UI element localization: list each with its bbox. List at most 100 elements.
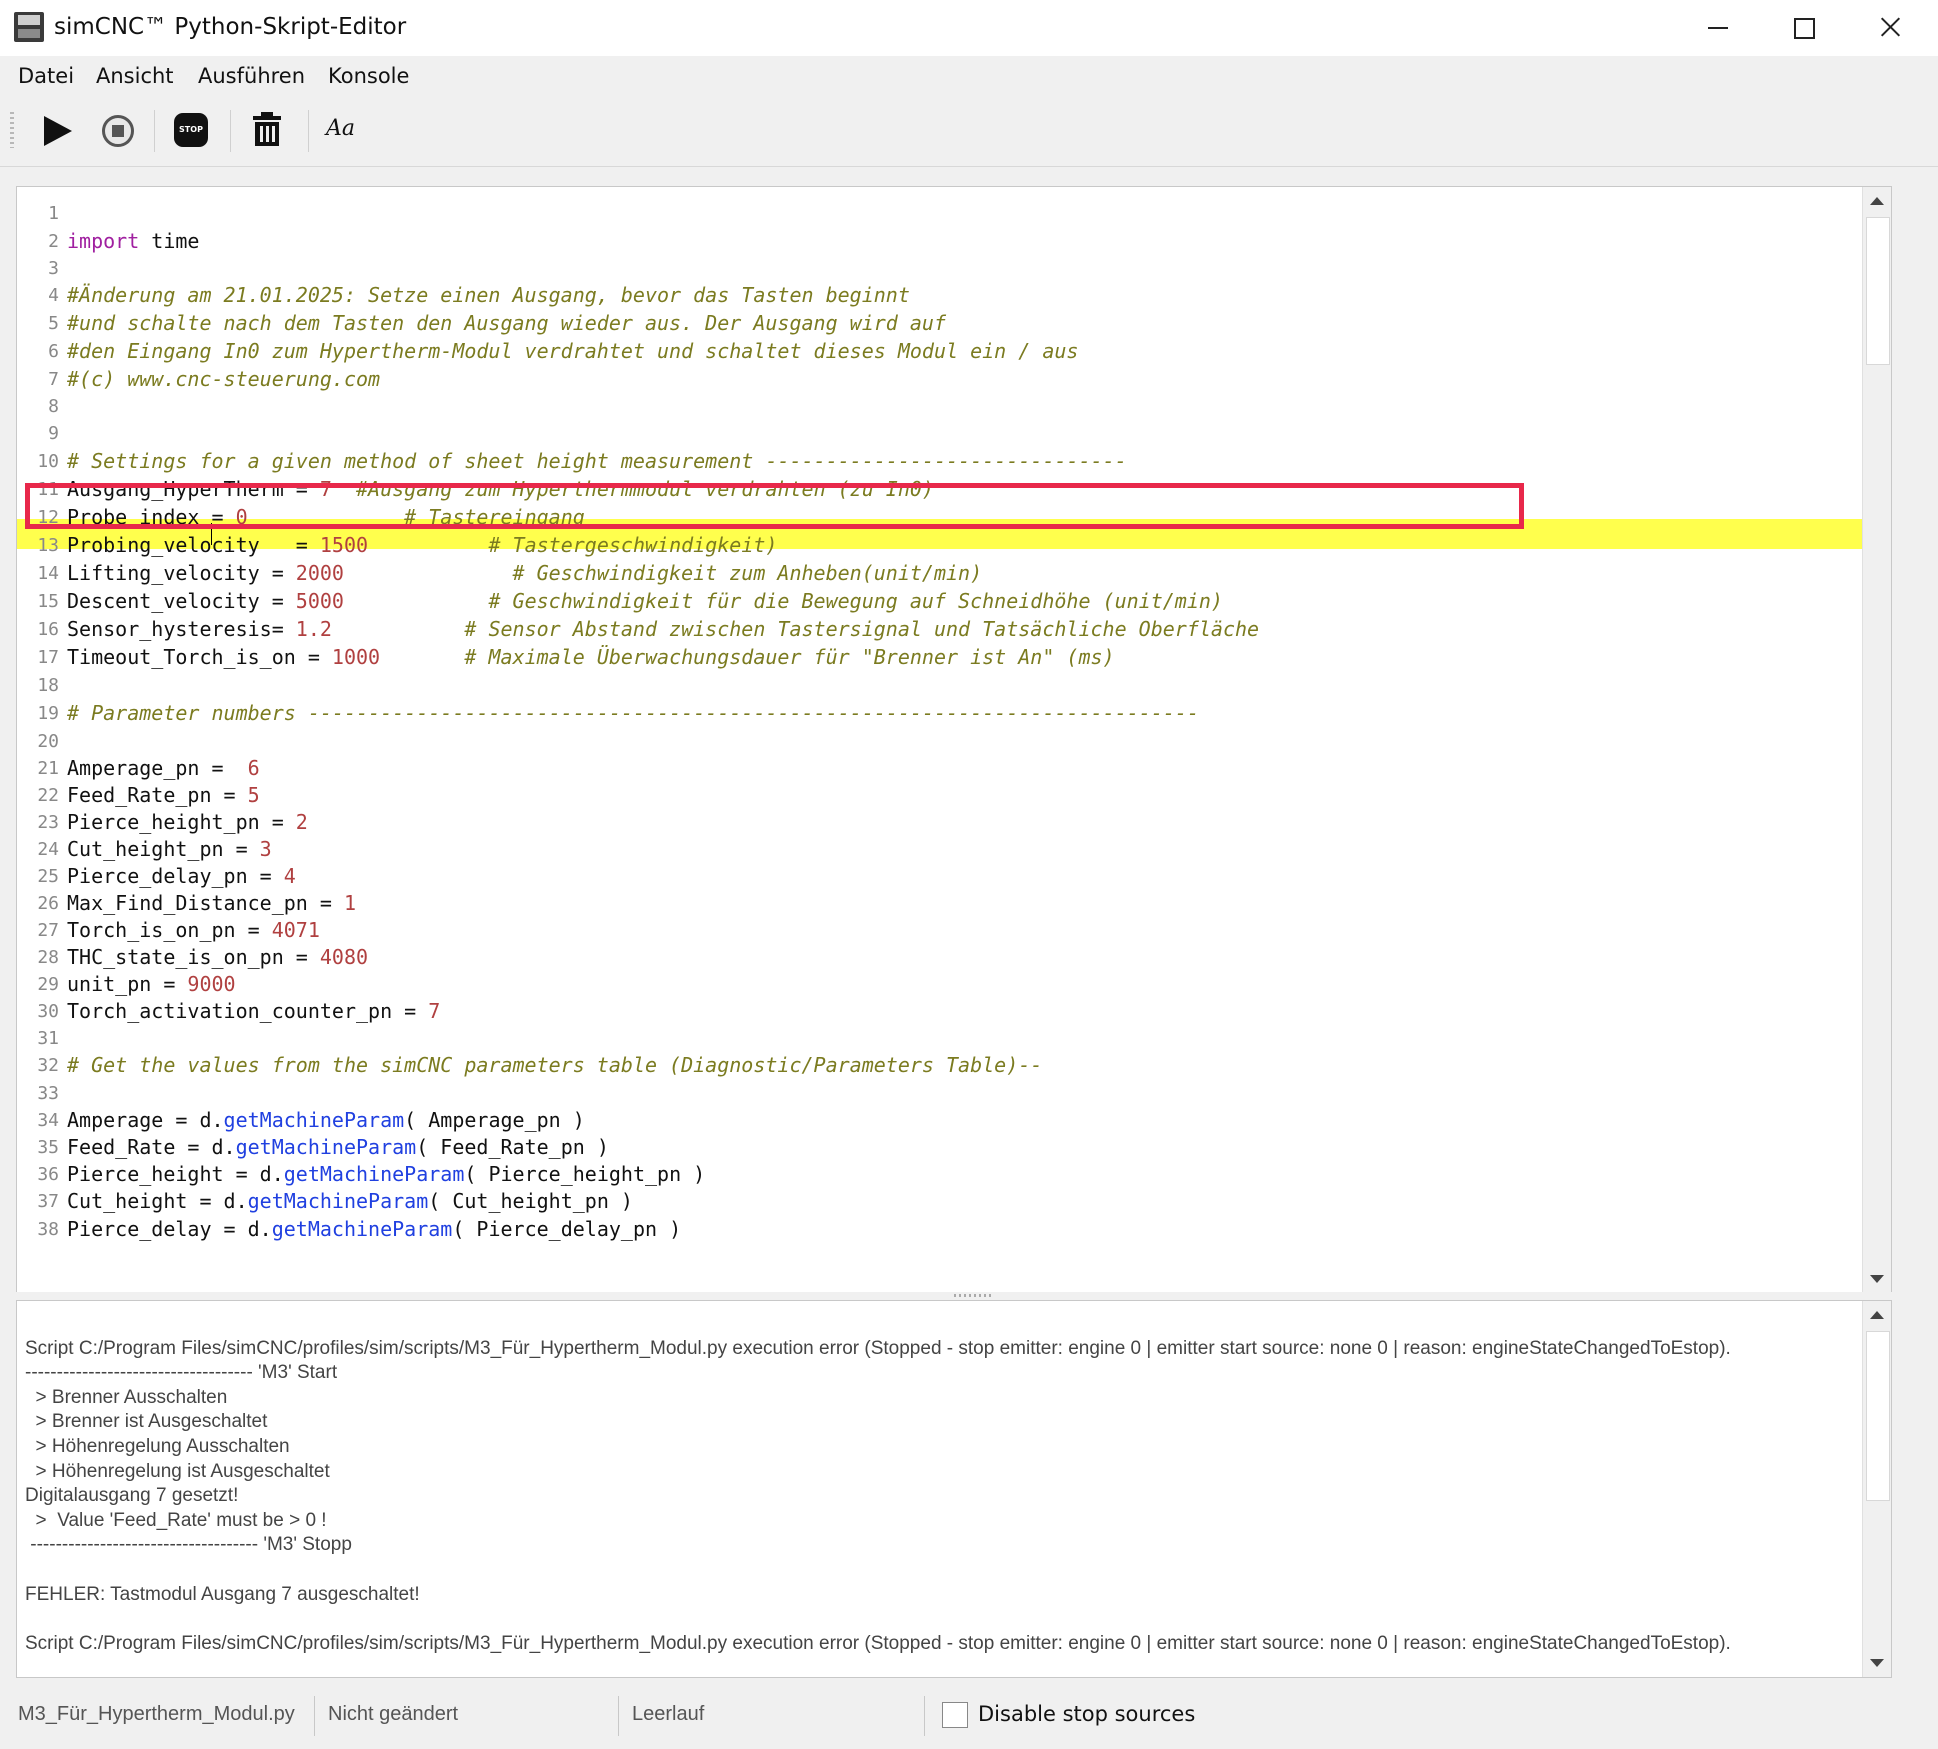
code-token: Max_Find_Distance_pn = xyxy=(67,891,344,915)
code-text: # Settings for a given method of sheet h… xyxy=(67,447,1127,476)
line-number: 13 xyxy=(37,535,59,556)
code-text: Amperage = d.getMachineParam( Amperage_p… xyxy=(67,1106,585,1135)
code-text: #und schalte nach dem Tasten den Ausgang… xyxy=(67,309,946,338)
line-number: 6 xyxy=(48,341,59,362)
status-separator xyxy=(924,1696,925,1736)
code-text: Cut_height_pn = 3 xyxy=(67,835,272,864)
menu-ansicht[interactable]: Ansicht xyxy=(96,62,174,90)
font-icon: Aa xyxy=(326,116,356,141)
code-text: # Get the values from the simCNC paramet… xyxy=(67,1051,1042,1080)
stop-button[interactable]: STOP xyxy=(168,110,214,152)
code-token: # Geschwindigkeit für die Bewegung auf S… xyxy=(343,589,1223,613)
code-text: Descent_velocity = 5000 # Geschwindigkei… xyxy=(67,587,1223,616)
minimize-icon xyxy=(1708,27,1728,29)
toolbar: STOP Aa xyxy=(0,96,1938,167)
console-line: Script C:/Program Files/simCNC/profiles/… xyxy=(25,1632,1731,1654)
stop-icon: STOP xyxy=(174,113,208,147)
pause-icon xyxy=(102,115,134,147)
menu-ausfuehren[interactable]: Ausführen xyxy=(198,62,305,90)
code-text: # Parameter numbers --------------------… xyxy=(67,699,1199,728)
console-output[interactable]: Script C:/Program Files/simCNC/profiles/… xyxy=(16,1300,1892,1678)
scroll-up-icon[interactable] xyxy=(1870,1311,1884,1319)
scrollbar-thumb[interactable] xyxy=(1866,1331,1890,1501)
code-token: Pierce_height = d. xyxy=(67,1162,284,1186)
line-number: 25 xyxy=(37,866,59,887)
code-token: Pierce_delay_pn = xyxy=(67,864,284,888)
code-text: Pierce_delay = d.getMachineParam( Pierce… xyxy=(67,1215,681,1244)
console-line: > Höhenregelung Ausschalten xyxy=(25,1436,290,1457)
font-button[interactable]: Aa xyxy=(322,110,368,152)
code-token: Torch_activation_counter_pn = xyxy=(67,999,429,1023)
code-text: #Änderung am 21.01.2025: Setze einen Aus… xyxy=(67,281,910,310)
code-token: 7 xyxy=(428,999,441,1023)
code-token: Cut_height = d. xyxy=(67,1189,248,1213)
menu-konsole[interactable]: Konsole xyxy=(328,62,409,90)
line-number: 10 xyxy=(37,451,59,472)
code-token: Probing_velocity = xyxy=(67,533,320,557)
clear-console-button[interactable] xyxy=(244,110,290,152)
line-number: 18 xyxy=(37,675,59,696)
line-number: 8 xyxy=(48,396,59,417)
maximize-button[interactable] xyxy=(1760,0,1844,56)
console-scrollbar[interactable] xyxy=(1862,1301,1891,1677)
scrollbar-thumb[interactable] xyxy=(1866,217,1890,365)
scroll-down-icon[interactable] xyxy=(1870,1275,1884,1283)
code-token: # Get the values from the simCNC paramet… xyxy=(67,1053,1043,1077)
code-token: 6 xyxy=(247,756,260,780)
line-number: 24 xyxy=(37,839,59,860)
run-button[interactable] xyxy=(32,110,78,152)
minimize-button[interactable] xyxy=(1674,0,1758,56)
code-token: getMachineParam xyxy=(223,1108,405,1132)
scroll-up-icon[interactable] xyxy=(1870,197,1884,205)
code-text: Torch_activation_counter_pn = 7 xyxy=(67,997,440,1026)
code-token: Amperage_pn = xyxy=(67,756,248,780)
code-token: Torch_is_on_pn = xyxy=(67,918,272,942)
close-button[interactable] xyxy=(1846,0,1930,56)
disable-stop-sources-label[interactable]: Disable stop sources xyxy=(978,1700,1195,1728)
line-number: 34 xyxy=(37,1110,59,1131)
line-number: 36 xyxy=(37,1164,59,1185)
splitter-handle[interactable] xyxy=(16,1292,1892,1300)
code-editor[interactable]: 1 2 import time 3 4 #Änderung am 21.01.2025: … xyxy=(16,186,1892,1294)
line-number: 1 xyxy=(48,203,59,224)
scroll-down-icon[interactable] xyxy=(1870,1659,1884,1667)
code-token: 2 xyxy=(295,810,308,834)
line-number: 38 xyxy=(37,1219,59,1240)
line-number: 16 xyxy=(37,619,59,640)
menu-datei[interactable]: Datei xyxy=(18,62,74,90)
play-icon xyxy=(44,116,72,146)
code-token: THC_state_is_on_pn = xyxy=(67,945,320,969)
line-number: 17 xyxy=(37,647,59,668)
toolbar-grip[interactable] xyxy=(10,112,14,148)
line-number: 27 xyxy=(37,920,59,941)
editor-scrollbar[interactable] xyxy=(1862,187,1891,1293)
pause-button[interactable] xyxy=(94,110,140,152)
code-token: ( Pierce_delay_pn ) xyxy=(452,1217,682,1241)
code-token: 9000 xyxy=(187,972,236,996)
code-token: Feed_Rate_pn = xyxy=(67,783,248,807)
line-number: 37 xyxy=(37,1191,59,1212)
line-number: 19 xyxy=(37,703,59,724)
code-text: Torch_is_on_pn = 4071 xyxy=(67,916,320,945)
code-token: Lifting_velocity = xyxy=(67,561,296,585)
console-line: ------------------------------------ 'M3… xyxy=(25,1362,338,1384)
code-token: 1500 xyxy=(319,533,369,557)
line-number: 35 xyxy=(37,1137,59,1158)
code-token: import xyxy=(67,229,140,253)
line-number: 33 xyxy=(37,1083,59,1104)
code-text: #den Eingang In0 zum Hypertherm-Modul ve… xyxy=(67,337,1078,366)
code-text: Pierce_delay_pn = 4 xyxy=(67,862,296,891)
disable-stop-sources-checkbox[interactable] xyxy=(942,1702,968,1728)
code-token: 4071 xyxy=(271,918,320,942)
code-text: Amperage_pn = 6 xyxy=(67,754,260,783)
code-token: Sensor_hysteresis= xyxy=(67,617,296,641)
code-token: getMachineParam xyxy=(247,1189,429,1213)
line-number: 23 xyxy=(37,812,59,833)
window-title: simCNC™ Python-Skript-Editor xyxy=(54,14,407,40)
line-number: 9 xyxy=(48,423,59,444)
line-number: 32 xyxy=(37,1055,59,1076)
line-number: 2 xyxy=(48,231,59,252)
code-text: Cut_height = d.getMachineParam( Cut_heig… xyxy=(67,1187,633,1216)
code-text: Pierce_height_pn = 2 xyxy=(67,808,308,837)
code-token: Feed_Rate = d. xyxy=(67,1135,236,1159)
